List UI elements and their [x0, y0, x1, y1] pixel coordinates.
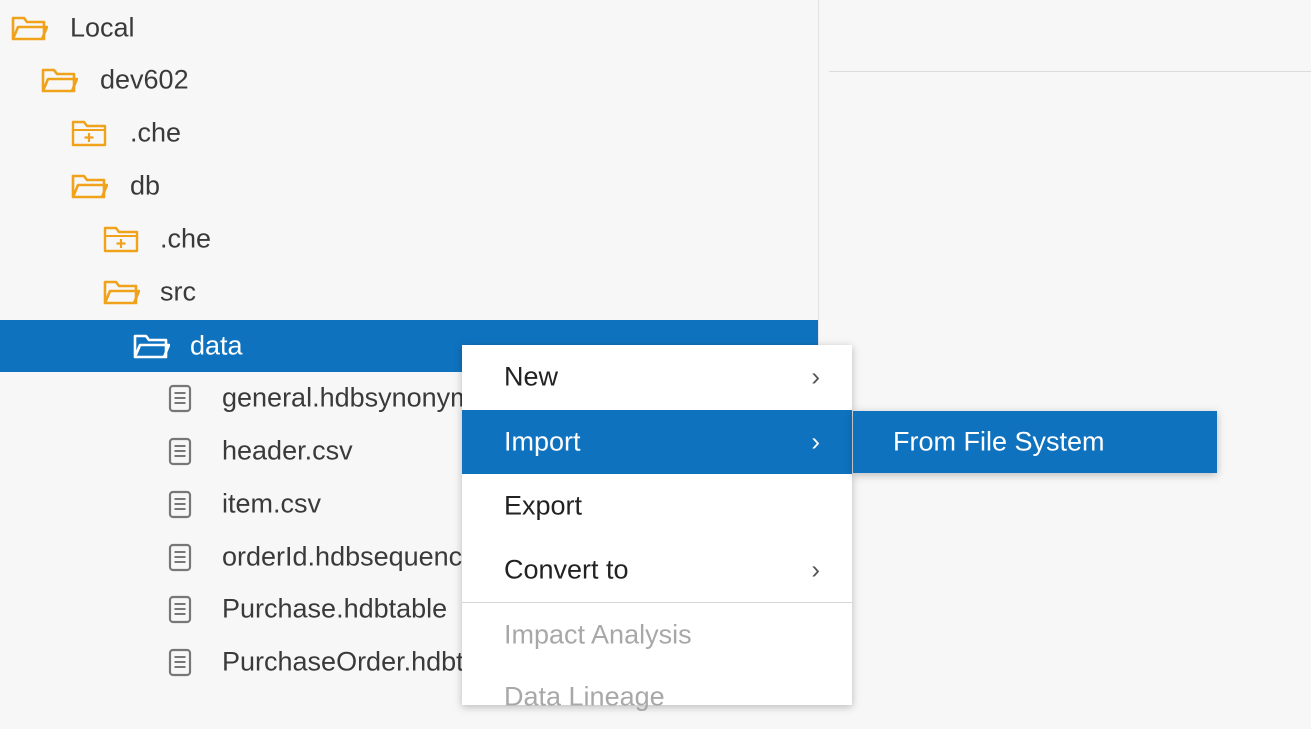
- menu-item-export[interactable]: Export: [462, 474, 852, 538]
- folder-open-icon: [10, 13, 49, 43]
- chevron-right-icon: ›: [811, 361, 820, 392]
- tree-item-label: .che: [160, 223, 212, 254]
- tree-item-che[interactable]: .che: [0, 213, 818, 265]
- folder-open-icon: [40, 65, 79, 95]
- folder-open-icon: [132, 331, 171, 361]
- tree-item-label: data: [190, 330, 243, 361]
- folder-plus-icon: [70, 118, 108, 148]
- menu-item-label: Export: [504, 490, 583, 521]
- menu-item-label: New: [504, 361, 559, 392]
- menu-item-label: Convert to: [504, 554, 629, 585]
- tree-item-db[interactable]: db: [0, 160, 818, 212]
- tree-item-label: header.csv: [222, 435, 353, 466]
- context-menu: New › Import › Export Convert to › Impac…: [462, 345, 852, 712]
- folder-open-icon: [102, 277, 141, 307]
- tree-item-label: .che: [130, 117, 182, 148]
- tree-item-label: dev602: [100, 64, 189, 95]
- tree-item-local[interactable]: Local: [0, 2, 818, 54]
- submenu-item-from-file-system[interactable]: From File System: [853, 411, 1217, 473]
- tree-item-dev602[interactable]: dev602: [0, 54, 818, 106]
- tree-item-label: Local: [70, 12, 135, 43]
- divider: [829, 71, 1311, 72]
- tree-item-label: orderId.hdbsequence: [222, 541, 478, 572]
- chevron-right-icon: ›: [811, 426, 820, 457]
- folder-open-icon: [70, 171, 109, 201]
- editor-pane: [819, 0, 1311, 692]
- menu-item-data-lineage[interactable]: Data Lineage: [462, 665, 852, 729]
- tree-item-label: general.hdbsynonym: [222, 382, 473, 413]
- file-icon: [162, 594, 200, 624]
- tree-item-che[interactable]: .che: [0, 107, 818, 159]
- file-icon: [162, 436, 200, 466]
- menu-item-label: Impact Analysis: [504, 619, 692, 650]
- menu-item-label: Data Lineage: [504, 681, 665, 712]
- menu-item-label: Import: [504, 426, 581, 457]
- file-icon: [162, 383, 200, 413]
- folder-plus-icon: [102, 224, 140, 254]
- tree-item-label: db: [130, 170, 161, 201]
- submenu-item-label: From File System: [893, 426, 1105, 457]
- tree-item-label: src: [160, 276, 196, 307]
- menu-item-convert-to[interactable]: Convert to ›: [462, 538, 852, 602]
- tree-item-src[interactable]: src: [0, 266, 818, 318]
- menu-item-new[interactable]: New ›: [462, 345, 852, 409]
- menu-item-import[interactable]: Import ›: [462, 410, 852, 474]
- file-icon: [162, 647, 200, 677]
- tree-item-label: Purchase.hdbtable: [222, 593, 448, 624]
- file-icon: [162, 542, 200, 572]
- import-submenu: From File System: [853, 411, 1217, 473]
- file-icon: [162, 489, 200, 519]
- tree-item-label: item.csv: [222, 488, 322, 519]
- menu-item-impact-analysis[interactable]: Impact Analysis: [462, 603, 852, 667]
- chevron-right-icon: ›: [811, 554, 820, 585]
